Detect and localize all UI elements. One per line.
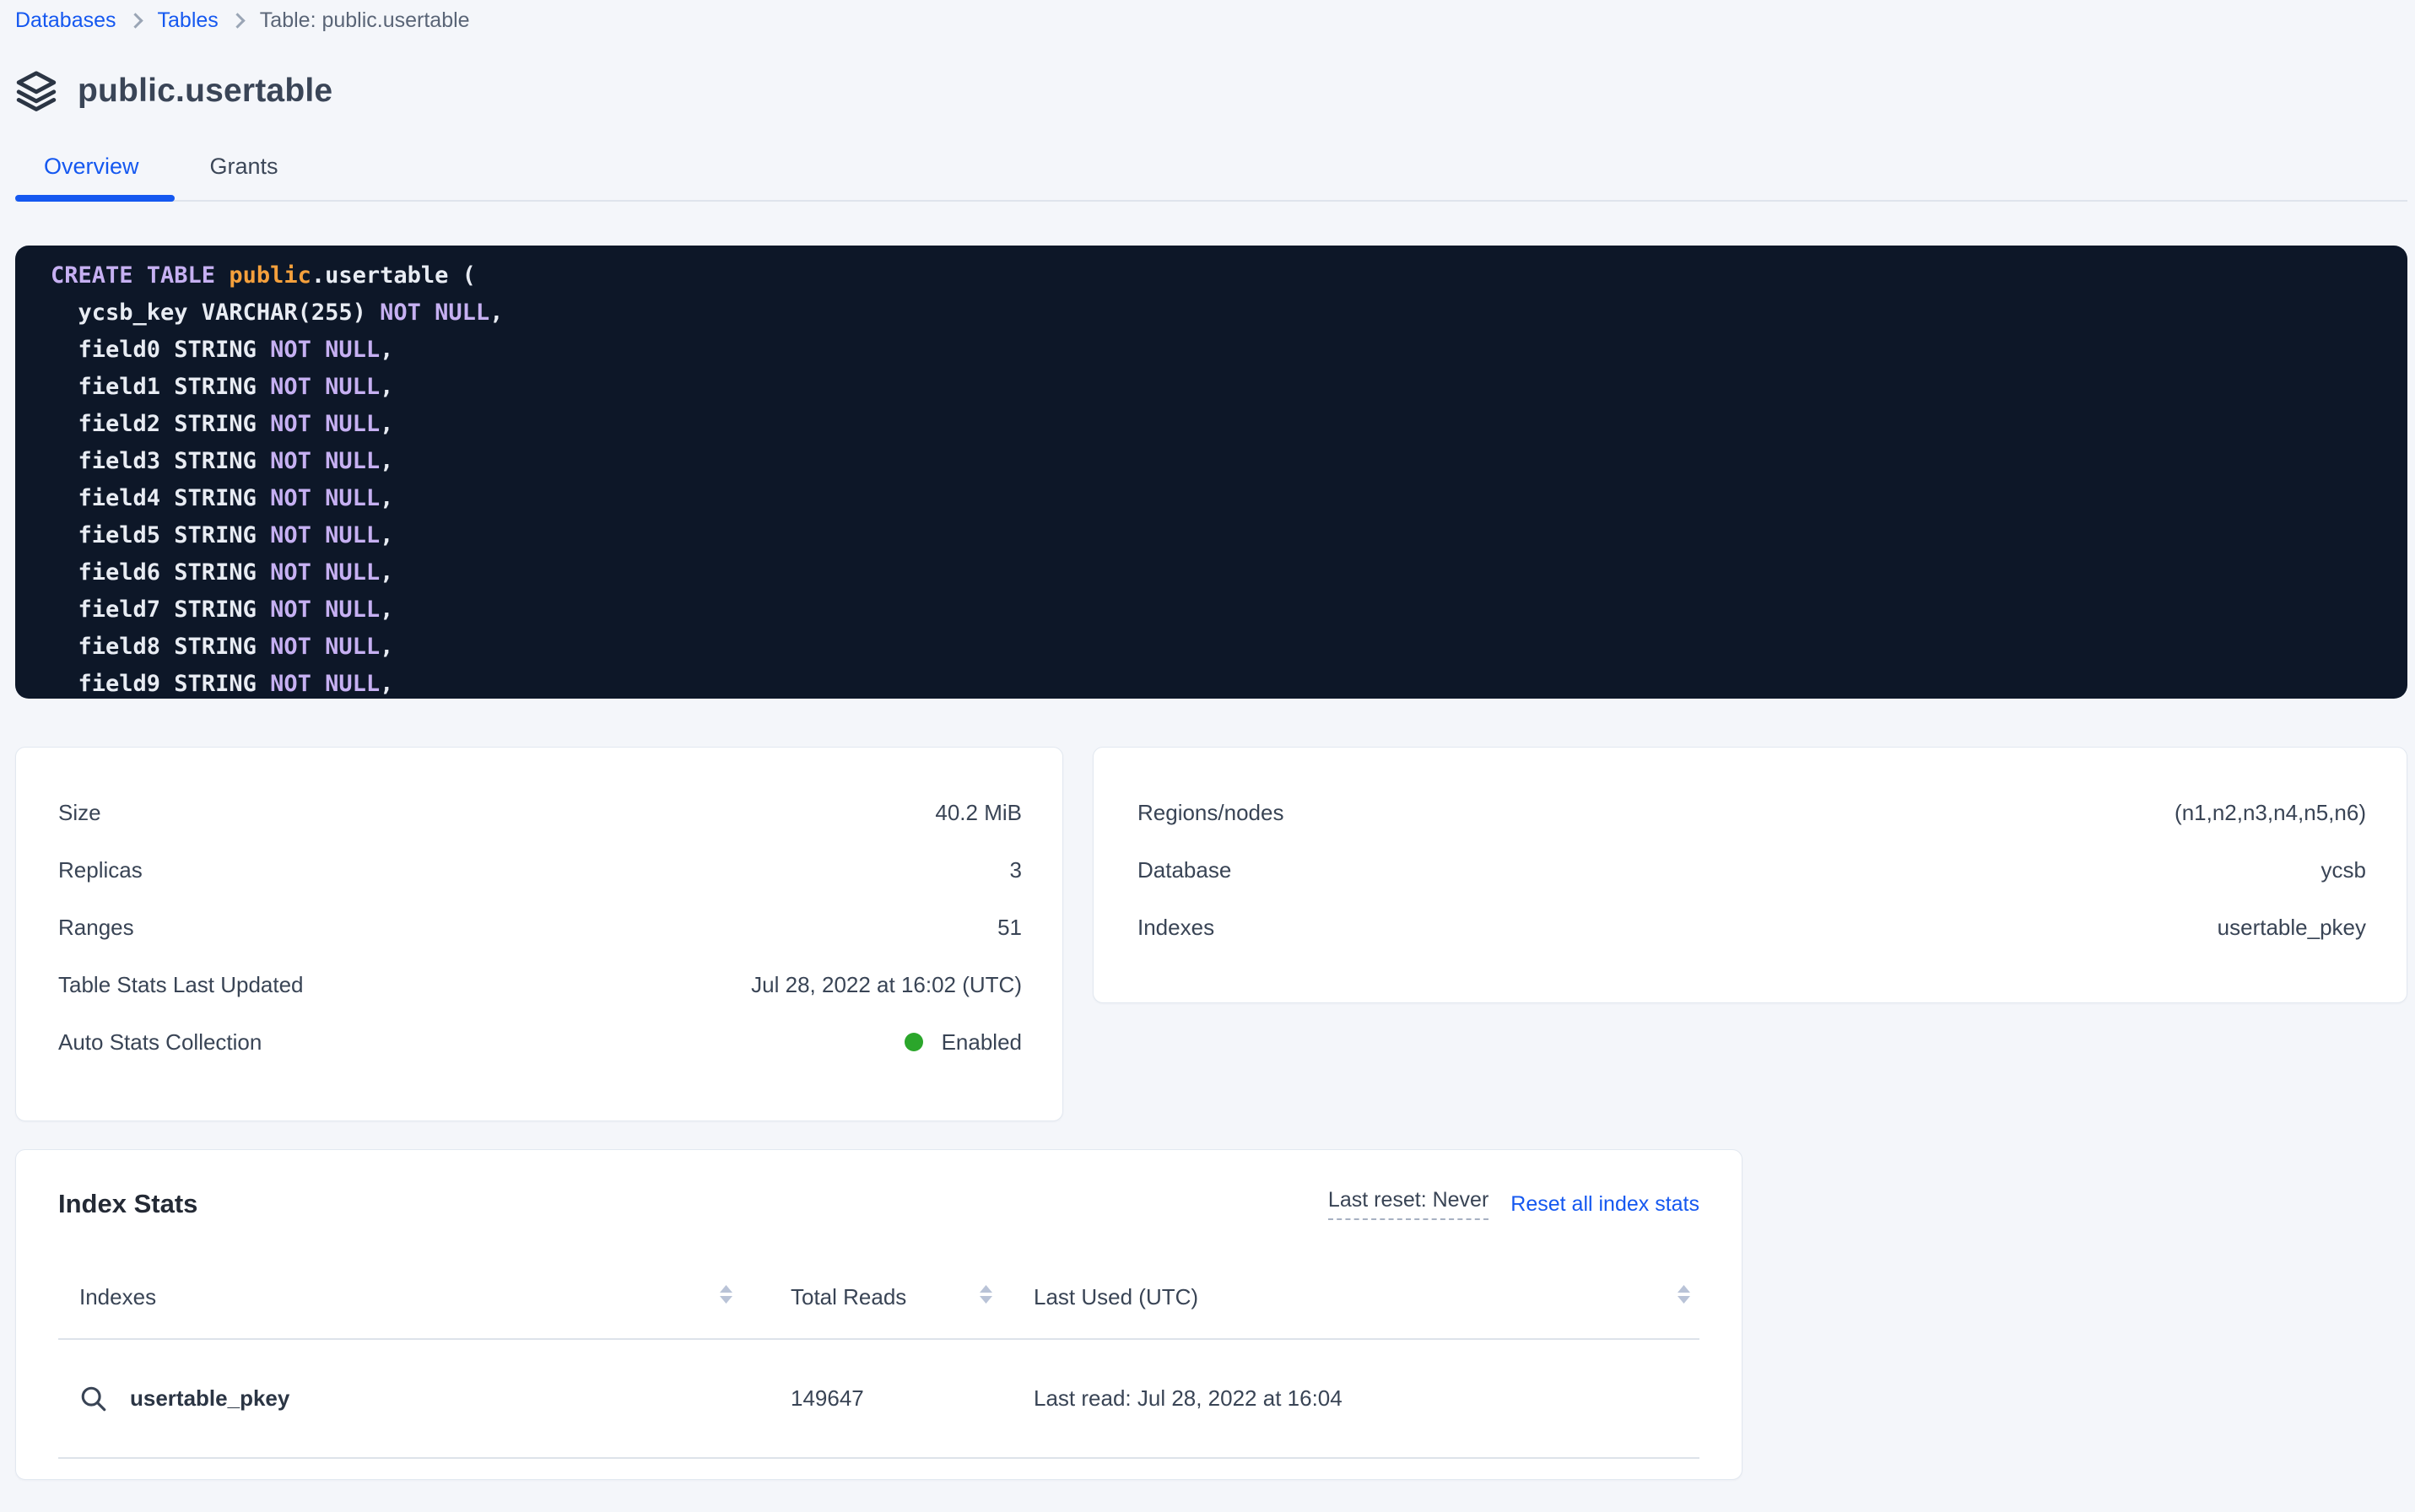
stat-row: Indexes usertable_pkey [1137, 899, 2366, 956]
stat-value: Enabled [905, 1029, 1022, 1056]
column-header-last-used[interactable]: Last Used (UTC) [1034, 1284, 1699, 1310]
sql-line: ycsb_key VARCHAR(255) NOT NULL, [51, 294, 2382, 332]
stat-value: 51 [997, 915, 1022, 941]
stat-label: Regions/nodes [1137, 800, 1283, 826]
create-table-sql-box: CREATE TABLE public.usertable ( ycsb_key… [15, 246, 2407, 699]
details-cards-row: Size 40.2 MiB Replicas 3 Ranges 51 Table Stats… [15, 747, 2407, 1121]
table-details-page: Databases Tables Table: public.usertable… [0, 5, 2415, 1480]
index-table-body: usertable_pkey 149647 Last read: Jul 28, 2… [58, 1340, 1699, 1459]
sql-line: field9 STRING NOT NULL, [51, 666, 2382, 699]
details-card-right: Regions/nodes (n1,n2,n3,n4,n5,n6) Database… [1093, 747, 2407, 1003]
sql-line: field0 STRING NOT NULL, [51, 332, 2382, 369]
sort-arrows-icon[interactable] [979, 1284, 993, 1310]
stat-label: Database [1137, 857, 1231, 883]
reset-index-stats-link[interactable]: Reset all index stats [1510, 1192, 1699, 1217]
details-card-right-rows: Regions/nodes (n1,n2,n3,n4,n5,n6) Database… [1137, 784, 2366, 956]
column-header-total-reads-label: Total Reads [791, 1284, 906, 1310]
stat-value: ycsb [2321, 857, 2366, 883]
stat-label: Table Stats Last Updated [58, 972, 304, 998]
stat-label: Ranges [58, 915, 134, 941]
tab-overview[interactable]: Overview [15, 154, 175, 200]
index-stats-card: Index Stats Last reset: Never Reset all … [15, 1149, 1742, 1480]
sql-line: field5 STRING NOT NULL, [51, 517, 2382, 554]
last-used-value: Last read: Jul 28, 2022 at 16:04 [1034, 1385, 1699, 1412]
stat-label: Indexes [1137, 915, 1214, 941]
breadcrumb: Databases Tables Table: public.usertable [15, 5, 2407, 35]
column-header-indexes-label: Indexes [79, 1284, 156, 1310]
tab-bar: Overview Grants [15, 154, 2407, 202]
sort-arrows-icon[interactable] [719, 1284, 733, 1310]
stat-value: 40.2 MiB [935, 800, 1022, 826]
sql-line: field8 STRING NOT NULL, [51, 629, 2382, 666]
details-card-left-rows: Size 40.2 MiB Replicas 3 Ranges 51 Table Stats… [58, 784, 1022, 1071]
sql-line: field4 STRING NOT NULL, [51, 480, 2382, 517]
layers-icon [15, 70, 57, 112]
stat-value: Jul 28, 2022 at 16:02 (UTC) [751, 972, 1022, 998]
sql-line: field7 STRING NOT NULL, [51, 591, 2382, 629]
stat-value: (n1,n2,n3,n4,n5,n6) [2175, 800, 2366, 826]
sql-line: field1 STRING NOT NULL, [51, 369, 2382, 406]
sql-line: field6 STRING NOT NULL, [51, 554, 2382, 591]
tab-grants[interactable]: Grants [175, 154, 314, 200]
column-header-last-used-label: Last Used (UTC) [1034, 1284, 1198, 1310]
column-header-indexes[interactable]: Indexes [58, 1284, 733, 1310]
stat-value: usertable_pkey [2218, 915, 2366, 941]
stat-row: Table Stats Last Updated Jul 28, 2022 at … [58, 956, 1022, 1013]
index-name: usertable_pkey [130, 1385, 289, 1412]
chevron-right-icon [230, 13, 245, 28]
breadcrumb-tables[interactable]: Tables [158, 8, 219, 33]
chevron-right-icon [127, 13, 143, 28]
total-reads-value: 149647 [774, 1385, 993, 1412]
title-row: public.usertable [15, 66, 2407, 116]
breadcrumb-current: Table: public.usertable [260, 8, 470, 33]
status-dot-green [905, 1033, 923, 1051]
last-reset-label[interactable]: Last reset: Never [1328, 1188, 1488, 1220]
stat-label: Replicas [58, 857, 143, 883]
stat-label: Size [58, 800, 101, 826]
stat-row: Regions/nodes (n1,n2,n3,n4,n5,n6) [1137, 784, 2366, 841]
index-name-cell[interactable]: usertable_pkey [58, 1385, 733, 1413]
details-card-left: Size 40.2 MiB Replicas 3 Ranges 51 Table Stats… [15, 747, 1063, 1121]
breadcrumb-databases[interactable]: Databases [15, 8, 116, 33]
stat-row: Database ycsb [1137, 841, 2366, 899]
stat-value: 3 [1010, 857, 1022, 883]
index-stats-actions: Last reset: Never Reset all index stats [1328, 1188, 1699, 1220]
index-stats-title: Index Stats [58, 1189, 197, 1219]
stat-row: Replicas 3 [58, 841, 1022, 899]
page-title: public.usertable [78, 73, 332, 110]
magnifier-icon [79, 1385, 108, 1413]
sql-line: CREATE TABLE public.usertable ( [51, 257, 2382, 294]
index-table-row: usertable_pkey 149647 Last read: Jul 28, 2… [58, 1340, 1699, 1459]
stat-row: Size 40.2 MiB [58, 784, 1022, 841]
stat-row: Auto Stats Collection Enabled [58, 1013, 1022, 1071]
sort-arrows-icon[interactable] [1677, 1284, 1691, 1310]
column-header-total-reads[interactable]: Total Reads [774, 1284, 993, 1310]
sql-line: field3 STRING NOT NULL, [51, 443, 2382, 480]
index-stats-header: Index Stats Last reset: Never Reset all … [58, 1185, 1699, 1223]
sql-line: field2 STRING NOT NULL, [51, 406, 2382, 443]
index-table-header: Indexes Total Reads Last Used (UTC) [58, 1256, 1699, 1340]
stat-row: Ranges 51 [58, 899, 1022, 956]
stat-label: Auto Stats Collection [58, 1029, 262, 1056]
